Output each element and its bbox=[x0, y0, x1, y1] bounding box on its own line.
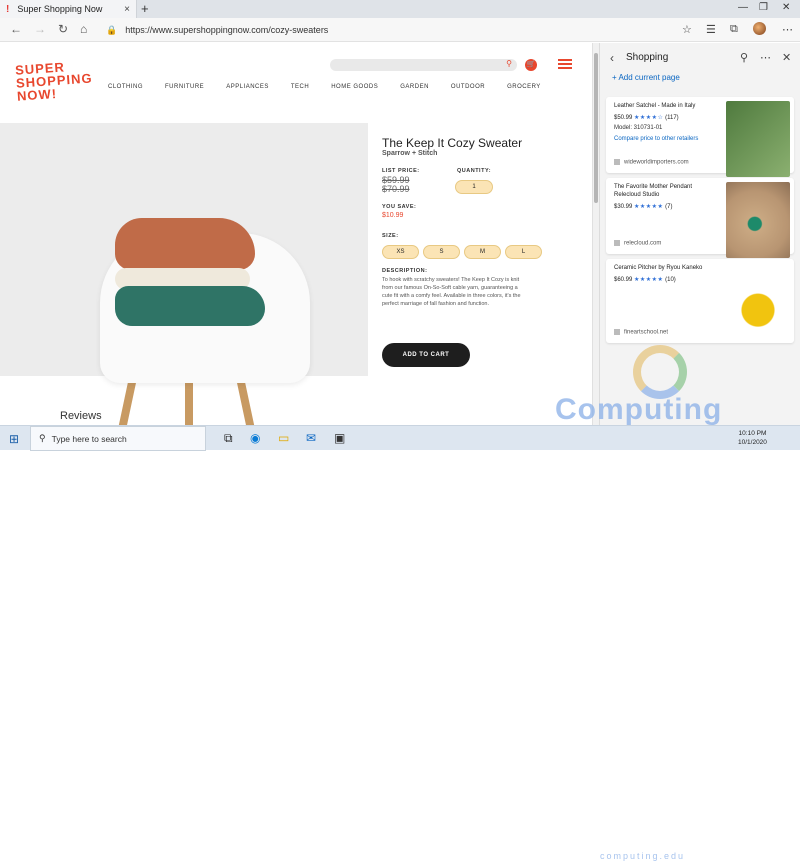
you-save-value: $10.99 bbox=[382, 212, 404, 219]
browser-tab[interactable]: ! Super Shopping Now × bbox=[0, 0, 137, 18]
site-favicon-icon: ! bbox=[6, 3, 10, 15]
pane-title: Shopping bbox=[626, 52, 669, 63]
search-icon: ⚲ bbox=[39, 433, 46, 443]
shopping-pane: ‹ Shopping ⚲ ⋯ ✕ + Add current page Leat… bbox=[599, 43, 800, 425]
favorite-star-icon[interactable]: ☆ bbox=[682, 23, 692, 36]
add-to-cart-button[interactable]: ADD TO CART bbox=[382, 343, 470, 367]
maximize-icon[interactable]: ❐ bbox=[759, 2, 768, 13]
card-source: fineartschool.net bbox=[614, 329, 668, 336]
address-bar[interactable]: 🔒 https://www.supershoppingnow.com/cozy-… bbox=[106, 21, 666, 39]
add-current-page-label: Add current page bbox=[618, 73, 680, 82]
home-icon[interactable]: ⌂ bbox=[80, 22, 87, 36]
card-price-row: $60.99 ★★★★★ (10) bbox=[614, 277, 676, 283]
settings-more-icon[interactable]: ⋯ bbox=[782, 23, 793, 36]
size-option-m[interactable]: M bbox=[464, 245, 501, 259]
forward-icon[interactable]: → bbox=[34, 22, 46, 36]
taskbar-clock[interactable]: 10:10 PM 10/1/2020 bbox=[738, 429, 767, 447]
site-search-input[interactable]: ⚲ bbox=[330, 59, 517, 71]
page-scrollbar[interactable] bbox=[592, 43, 599, 425]
nav-item-tech[interactable]: TECH bbox=[291, 84, 309, 90]
avatar[interactable] bbox=[753, 22, 766, 35]
pane-search-icon[interactable]: ⚲ bbox=[740, 51, 748, 64]
tab-close-icon[interactable]: × bbox=[124, 4, 130, 15]
product-description: To hook with scratchy sweaters! The Keep… bbox=[382, 277, 521, 307]
favorites-list-icon[interactable]: ☰ bbox=[706, 23, 716, 36]
nav-item-appliances[interactable]: APPLIANCES bbox=[226, 84, 269, 90]
quantity-label: QUANTITY: bbox=[457, 168, 492, 174]
taskbar: ⊞ ⚲ Type here to search ⧉ ◉ ▭ ✉ ▣ comput… bbox=[0, 425, 800, 861]
size-option-l[interactable]: L bbox=[505, 245, 542, 259]
watermark-text: Computing bbox=[555, 393, 723, 426]
minimize-icon[interactable]: — bbox=[738, 2, 748, 13]
quantity-stepper[interactable]: 1 bbox=[455, 180, 493, 194]
product-image bbox=[0, 123, 368, 425]
card-price-row: $30.99 ★★★★★ (7) bbox=[614, 204, 673, 210]
you-save-label: YOU SAVE: bbox=[382, 204, 417, 210]
clock-date: 10/1/2020 bbox=[738, 439, 767, 446]
card-price-row: $50.99 ★★★★☆ (117) bbox=[614, 115, 679, 121]
nav-item-home-goods[interactable]: HOME GOODS bbox=[331, 84, 378, 90]
pendant-image bbox=[726, 182, 790, 258]
taskbar-search-input[interactable]: ⚲ Type here to search bbox=[30, 426, 206, 451]
nav-item-clothing[interactable]: CLOTHING bbox=[108, 84, 143, 90]
nav-item-garden[interactable]: GARDEN bbox=[400, 84, 429, 90]
window-close-icon[interactable]: ✕ bbox=[782, 2, 790, 13]
shopping-card[interactable]: The Favorite Mother Pendant Relecloud St… bbox=[606, 178, 794, 258]
pane-close-icon[interactable]: ✕ bbox=[782, 51, 791, 64]
url-text: https://www.supershoppingnow.com/cozy-sw… bbox=[125, 25, 329, 35]
mail-icon[interactable]: ✉ bbox=[306, 431, 316, 445]
category-nav: CLOTHING FURNITURE APPLIANCES TECH HOME … bbox=[108, 84, 540, 90]
card-title: Leather Satchel - Made in Italy bbox=[614, 103, 696, 109]
task-view-icon[interactable]: ⧉ bbox=[224, 431, 233, 446]
nav-item-furniture[interactable]: FURNITURE bbox=[165, 84, 204, 90]
size-label: SIZE: bbox=[382, 233, 399, 239]
watermark-subtext: computing.edu bbox=[600, 851, 686, 861]
nav-item-grocery[interactable]: GROCERY bbox=[507, 84, 541, 90]
web-page: SUPER SHOPPING NOW! ⚲ 🛒 CLOTHING FURNITU… bbox=[0, 43, 592, 425]
taskbar-search-placeholder: Type here to search bbox=[51, 433, 127, 444]
reviews-heading: Reviews bbox=[60, 410, 102, 422]
watermark-ring bbox=[633, 345, 687, 399]
nav-item-outdoor[interactable]: OUTDOOR bbox=[451, 84, 485, 90]
store-icon[interactable]: ▣ bbox=[334, 431, 345, 445]
search-icon[interactable]: ⚲ bbox=[506, 59, 512, 68]
card-source: wideworldimporters.com bbox=[614, 159, 689, 166]
card-model: Model: 310731-01 bbox=[614, 125, 663, 131]
product-brand: Sparrow + Stitch bbox=[382, 150, 438, 157]
windows-start-icon[interactable]: ⊞ bbox=[9, 432, 19, 446]
card-title: The Favorite Mother Pendant Relecloud St… bbox=[614, 184, 693, 198]
refresh-icon[interactable]: ↻ bbox=[58, 22, 68, 36]
back-icon[interactable]: ← bbox=[10, 22, 22, 36]
title-bar: ! Super Shopping Now × + — ❐ ✕ bbox=[0, 0, 800, 18]
pane-more-icon[interactable]: ⋯ bbox=[760, 51, 771, 64]
new-tab-button[interactable]: + bbox=[141, 1, 149, 16]
hamburger-menu-icon[interactable] bbox=[558, 59, 572, 69]
tab-title: Super Shopping Now bbox=[17, 4, 103, 14]
clock-time: 10:10 PM bbox=[738, 430, 767, 437]
site-logo[interactable]: SUPER SHOPPING NOW! bbox=[15, 58, 98, 103]
satchel-image bbox=[726, 101, 790, 177]
size-option-s[interactable]: S bbox=[423, 245, 460, 259]
collections-icon[interactable]: ⧉ bbox=[730, 23, 738, 36]
card-source: relecloud.com bbox=[614, 240, 661, 247]
shopping-card[interactable]: Ceramic Pitcher by Ryou Kaneko $60.99 ★★… bbox=[606, 259, 794, 343]
cart-icon[interactable]: 🛒 bbox=[525, 59, 537, 71]
pitcher-image bbox=[726, 263, 790, 339]
description-label: DESCRIPTION: bbox=[382, 268, 428, 274]
file-explorer-icon[interactable]: ▭ bbox=[278, 431, 289, 445]
shopping-card[interactable]: Leather Satchel - Made in Italy $50.99 ★… bbox=[606, 97, 794, 177]
browser-toolbar: ← → ↻ ⌂ 🔒 https://www.supershoppingnow.c… bbox=[0, 18, 800, 42]
add-current-page-link[interactable]: + Add current page bbox=[612, 73, 680, 82]
card-title: Ceramic Pitcher by Ryou Kaneko bbox=[614, 265, 703, 271]
product-title: The Keep It Cozy Sweater bbox=[382, 136, 523, 150]
size-option-xs[interactable]: XS bbox=[382, 245, 419, 259]
pane-back-icon[interactable]: ‹ bbox=[610, 51, 614, 65]
list-price-old: $70.99 bbox=[382, 184, 410, 194]
edge-icon[interactable]: ◉ bbox=[250, 431, 260, 445]
compare-price-link[interactable]: Compare price to other retailers bbox=[614, 136, 698, 142]
lock-icon: 🔒 bbox=[106, 24, 118, 35]
list-price-label: LIST PRICE: bbox=[382, 168, 420, 174]
